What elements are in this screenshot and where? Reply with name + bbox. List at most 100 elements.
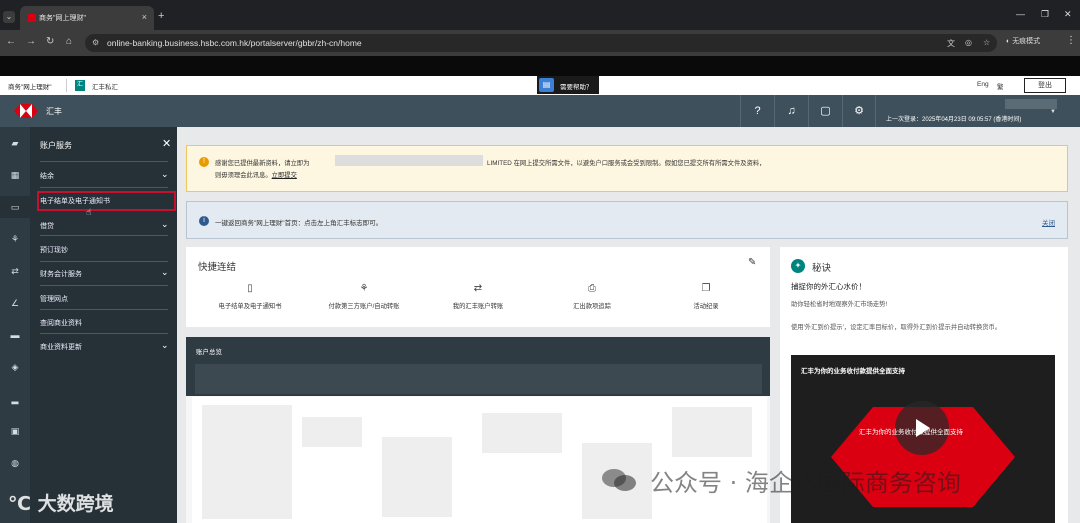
lang-trad[interactable]: 繁	[997, 81, 1004, 91]
quick-link-label: 电子结单及电子通知书	[218, 303, 282, 310]
account-summary-header: 账户总览	[186, 337, 770, 362]
hsbc-logo-icon[interactable]	[14, 104, 38, 118]
chevron-down-icon[interactable]: ⌄	[161, 340, 169, 351]
brand-name: 汇丰	[46, 107, 62, 116]
rail-dashboard-icon[interactable]: ▦	[0, 164, 30, 186]
account-menu-chevron-icon[interactable]: ▼	[1050, 109, 1056, 115]
translate-icon[interactable]: 文	[947, 38, 955, 49]
account-name-redacted	[1005, 99, 1057, 109]
menu-item-balance[interactable]: 结余	[40, 171, 54, 181]
help-button[interactable]: ▤ 需要帮助？	[537, 76, 599, 94]
menu-item-estatements[interactable]: 电子结单及电子通知书	[40, 196, 110, 206]
browser-tab-active[interactable]: 商务"网上理财" ×	[20, 6, 154, 30]
menu-item-manage-network[interactable]: 管理网点	[40, 294, 68, 304]
quick-link-estatements[interactable]: ▯ 电子结单及电子通知书	[192, 283, 308, 310]
settings-gear-icon[interactable]: ⚙	[842, 95, 876, 127]
business-banking-label[interactable]: 商务"网上理财"	[8, 81, 52, 91]
rail-briefcase-icon[interactable]: ▬	[0, 324, 30, 346]
quick-link-label: 我的汇丰账户转账	[452, 303, 504, 310]
menu-divider	[40, 235, 168, 236]
browser-menu-icon[interactable]: ⋮	[1066, 35, 1076, 46]
menu-item-update-info[interactable]: 商业资料更新	[40, 342, 82, 352]
chevron-down-icon[interactable]: ⌄	[161, 219, 169, 230]
info-close-link[interactable]: 关闭	[1042, 217, 1055, 227]
quick-link-label: 活动纪录	[693, 303, 719, 310]
edit-pencil-icon[interactable]: ✎	[748, 257, 756, 268]
warning-icon: !	[199, 157, 209, 167]
restore-button[interactable]: ❐	[1041, 9, 1049, 20]
notice-text-c: 则毋须理会此讯息。	[215, 172, 272, 179]
menu-divider	[40, 161, 168, 162]
help-circle-icon[interactable]: ?	[740, 95, 774, 127]
lang-eng[interactable]: Eng	[977, 81, 989, 88]
rail-folder-icon[interactable]: ▂	[0, 388, 30, 410]
address-bar[interactable]: ⚙ online-banking.business.hsbc.com.hk/po…	[85, 34, 997, 52]
menu-item-financial-services[interactable]: 财务会计服务	[40, 269, 82, 279]
rail-trade-icon[interactable]: ◈	[0, 356, 30, 378]
submit-now-link[interactable]: 立即提交	[272, 172, 297, 179]
brandmark-logo-icon: ℃	[8, 493, 38, 515]
reload-button[interactable]: ↻	[46, 36, 54, 47]
eye-off-icon[interactable]: ◎	[965, 38, 972, 47]
new-tab-button[interactable]: +	[158, 10, 164, 22]
minimize-button[interactable]: —	[1016, 9, 1025, 19]
rail-accounts-icon[interactable]: ▭	[0, 196, 30, 218]
lightbulb-icon: ✦	[791, 259, 805, 273]
chevron-down-icon[interactable]: ⌄	[161, 169, 169, 180]
hk-app-icon: 汇	[75, 80, 85, 91]
menu-divider	[40, 333, 168, 334]
incognito-profile[interactable]: ◐ 无痕模式	[1006, 36, 1040, 46]
menu-divider	[40, 285, 168, 286]
last-login: 上一次登录：2025年04月23日 09:05:57 (香港时间)	[886, 117, 1022, 123]
info-text: 一键返回商务"网上理财"首页：点击左上角汇丰标志即可。	[215, 220, 383, 227]
close-menu-icon[interactable]: ✕	[162, 137, 171, 150]
transfer-icon: ⚘	[359, 283, 369, 294]
account-summary-body	[192, 397, 767, 523]
page-top-gap	[0, 56, 1080, 76]
warning-notice: ! 感谢您已提供最新资料，请立即为 LIMITED 在网上提交所需文件，以避免户…	[186, 145, 1068, 192]
rail-doc-icon[interactable]: ▣	[0, 420, 30, 442]
quick-links-title: 快捷连结	[198, 262, 237, 273]
clipboard-icon[interactable]: ▢	[808, 95, 842, 127]
swap-icon: ⇄	[473, 283, 483, 294]
help-label: 需要帮助？	[560, 84, 593, 91]
rail-home-icon[interactable]: ▰	[0, 132, 30, 154]
home-button[interactable]: ⌂	[66, 36, 72, 47]
brandmark-text: ℃ 大数跨境	[8, 489, 114, 516]
close-tab-icon[interactable]: ×	[142, 12, 147, 22]
menu-item-business-info[interactable]: 查阅商业资料	[40, 318, 82, 328]
watermark-text: 公众号 · 海企达国际商务咨询	[650, 469, 961, 497]
menu-divider	[40, 309, 168, 310]
rail-payments-icon[interactable]: ⚘	[0, 228, 30, 250]
notification-bell-icon[interactable]: ♫	[774, 95, 808, 127]
notice-line-2: 则毋须理会此讯息。立即提交	[215, 170, 297, 179]
rail-globe-icon[interactable]: ◍	[0, 452, 30, 474]
rail-chart-icon[interactable]: ∠	[0, 292, 30, 314]
quick-link-activity[interactable]: ❐ 活动纪录	[648, 283, 764, 310]
rail-transfer-icon[interactable]: ⇄	[0, 260, 30, 282]
tips-line-2: 使用'外汇到价提示'，设定汇率目标价，取得外汇到价提示并自动转换货币。	[791, 324, 1002, 331]
menu-item-cash-order[interactable]: 预订现钞	[40, 245, 68, 255]
redacted-block	[382, 437, 452, 517]
back-button[interactable]: ←	[6, 36, 16, 47]
menu-item-loans[interactable]: 借贷	[40, 221, 54, 231]
tab-title: 商务"网上理财"	[39, 15, 86, 22]
tab-list-button[interactable]: ⌄	[3, 11, 15, 23]
video-caption: 汇丰为你的业务收付款提供全面支持	[859, 429, 963, 436]
bank-top-strip: 商务"网上理财" 汇 汇丰私汇 ▤ 需要帮助？ Eng 繁 登出	[0, 76, 1080, 95]
bookmark-star-icon[interactable]: ☆	[983, 38, 990, 47]
quick-link-track[interactable]: ⎙ 汇出款项追踪	[534, 283, 650, 310]
hk-label[interactable]: 汇丰私汇	[92, 81, 118, 91]
redacted-block	[302, 417, 362, 447]
quick-link-own-transfer[interactable]: ⇄ 我的汇丰账户转账	[420, 283, 536, 310]
bank-header: 汇丰 ? ♫ ▢ ⚙ ▼ 上一次登录：2025年04月23日 09:05:57 …	[0, 95, 1080, 127]
logout-button[interactable]: 登出	[1024, 78, 1066, 93]
site-info-icon[interactable]: ⚙	[92, 38, 101, 47]
incognito-label: 无痕模式	[1012, 38, 1041, 45]
close-window-button[interactable]: ✕	[1064, 9, 1072, 20]
menu-divider	[40, 187, 168, 188]
chevron-down-icon[interactable]: ⌄	[161, 267, 169, 278]
info-icon: i	[199, 216, 209, 226]
forward-button[interactable]: →	[26, 36, 36, 47]
quick-link-third-party[interactable]: ⚘ 付款第三方账户/自动转账	[306, 283, 422, 310]
